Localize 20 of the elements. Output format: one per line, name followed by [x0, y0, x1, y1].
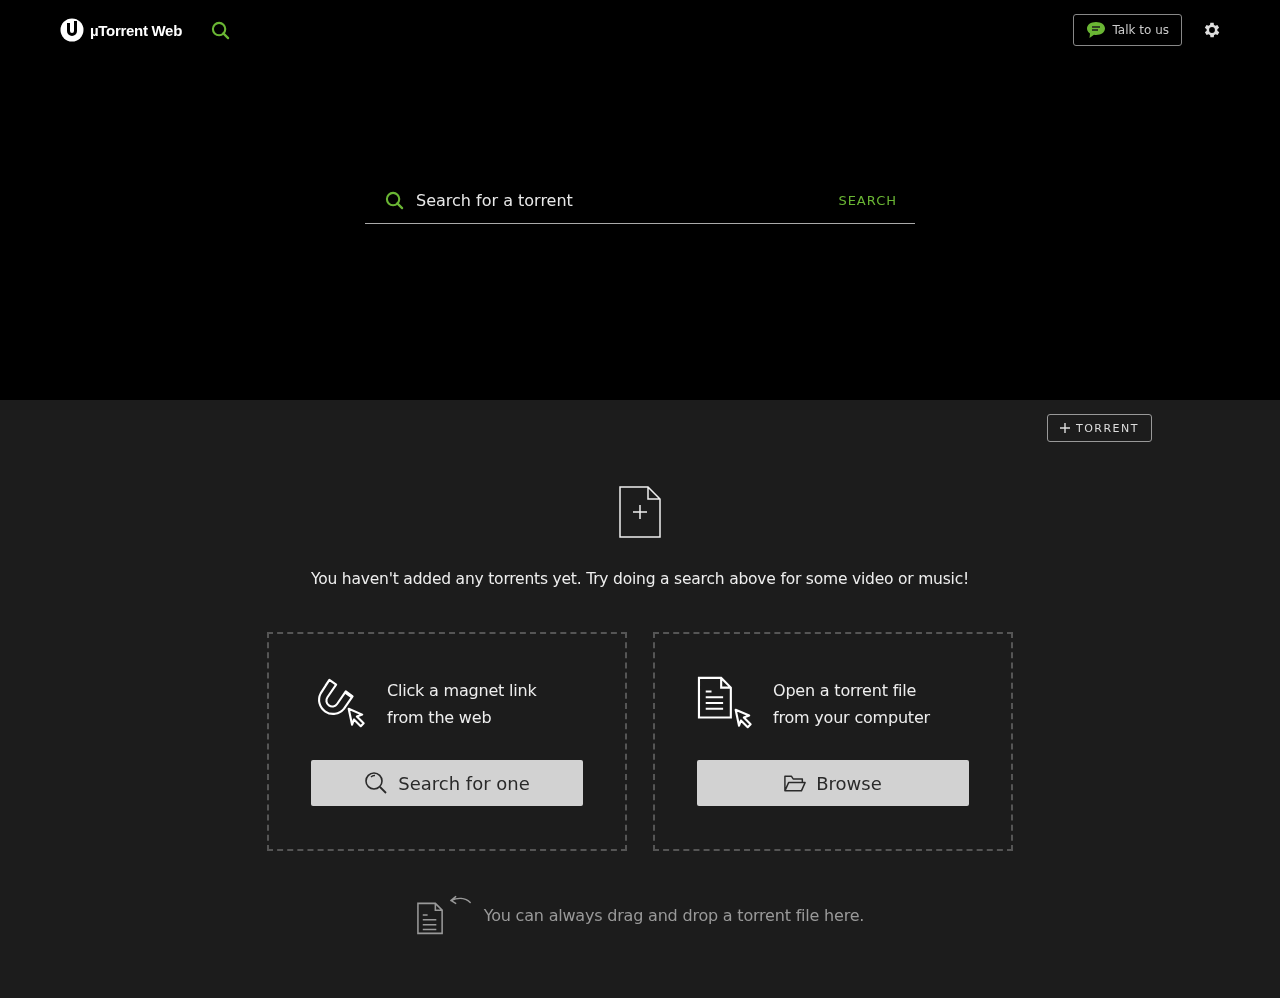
brand-name: µTorrent Web [90, 21, 182, 39]
option-description: Open a torrent file from your computer [773, 680, 930, 729]
chat-bubble-icon [1086, 21, 1107, 39]
add-torrent-button[interactable]: TORRENT [1046, 414, 1152, 442]
folder-icon [784, 773, 807, 793]
search-icon [364, 771, 389, 795]
browse-button[interactable]: Browse [697, 760, 969, 806]
drag-drop-hint: You can always drag and drop a torrent file here. [483, 905, 865, 925]
torrent-search-bar[interactable]: Search for a torrent SEARCH [365, 178, 915, 224]
empty-message: You haven't added any torrents yet. Try doing a search above for some video or music! [310, 570, 970, 588]
search-icon[interactable] [211, 20, 230, 40]
utorrent-logo-icon [60, 18, 84, 42]
option-description: Click a magnet link from the web [387, 680, 537, 729]
search-button[interactable]: SEARCH [838, 193, 897, 208]
search-icon [385, 191, 404, 210]
talk-to-us-button[interactable]: Talk to us [1073, 14, 1182, 46]
plus-icon [1059, 423, 1070, 433]
search-for-one-button[interactable]: Search for one [311, 760, 583, 806]
settings-icon[interactable] [1202, 20, 1222, 40]
new-file-icon [619, 486, 661, 538]
